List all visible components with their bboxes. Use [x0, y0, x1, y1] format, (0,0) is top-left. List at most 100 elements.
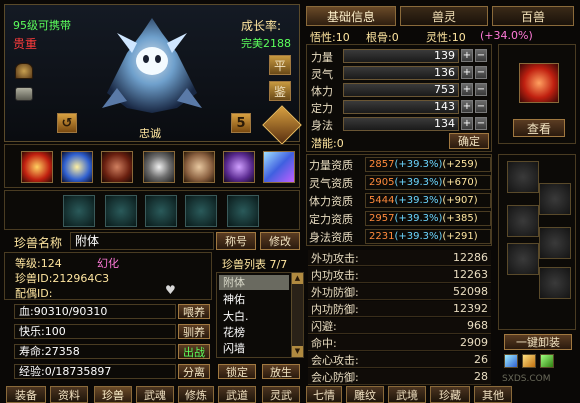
- plus-icon[interactable]: +: [461, 49, 473, 62]
- rotate-left-button[interactable]: ↺: [57, 113, 77, 133]
- tab-hundred-beasts[interactable]: 百兽: [492, 6, 574, 26]
- lock-button[interactable]: 锁定: [218, 364, 256, 379]
- experience-bar: 经验:0/18735897: [14, 364, 176, 379]
- top-stats-line: 悟性:10 根骨:0 灵性:10 (+34.0%): [306, 29, 533, 44]
- view-button[interactable]: 查看: [513, 119, 565, 137]
- ping-button[interactable]: 平: [269, 55, 291, 75]
- pet-level: 等级:124: [15, 257, 62, 270]
- minus-icon[interactable]: −: [475, 100, 487, 113]
- plus-icon[interactable]: +: [461, 66, 473, 79]
- empty-skill-slot-icon[interactable]: [185, 195, 217, 227]
- empty-skill-slot-icon[interactable]: [227, 195, 259, 227]
- stat-label: 外功防御:: [311, 285, 359, 299]
- stat-label: 会心防御:: [311, 370, 359, 384]
- watermark-text: SXDS.COM: [502, 374, 551, 384]
- minus-icon[interactable]: −: [475, 49, 487, 62]
- list-item[interactable]: 花榜: [219, 325, 289, 340]
- equip-slot-horn-icon[interactable]: [539, 227, 571, 259]
- skill-lightning-icon[interactable]: [61, 151, 93, 183]
- stat-value: 2909: [460, 336, 488, 349]
- combat-stat-row: 内功防御: 12392: [308, 301, 491, 317]
- phantom-label: 幻化: [97, 257, 119, 270]
- bottom-tab-other[interactable]: 其他: [474, 386, 512, 403]
- attr-focus-value: 143: [343, 100, 459, 114]
- list-item[interactable]: 附体: [219, 275, 289, 290]
- bottom-tab-qiqing[interactable]: 七情: [306, 386, 342, 403]
- stat-value: 12392: [453, 302, 488, 315]
- skill-demon-icon[interactable]: [223, 151, 255, 183]
- equip-slot-tail-icon[interactable]: [539, 267, 571, 299]
- aptitude-plus: (+907): [442, 195, 478, 206]
- release-button[interactable]: 放生: [262, 364, 300, 379]
- loyalty-text: 忠诚: [139, 127, 161, 140]
- skill-beast-icon[interactable]: [101, 151, 133, 183]
- buff-gem-icon[interactable]: [504, 354, 518, 368]
- separate-button[interactable]: 分离: [178, 364, 210, 379]
- empty-skill-slot-icon[interactable]: [63, 195, 95, 227]
- unequip-all-button[interactable]: 一键卸装: [504, 334, 572, 350]
- empty-skill-slot-icon[interactable]: [105, 195, 137, 227]
- tab-spirit[interactable]: 兽灵: [400, 6, 488, 26]
- bottom-tab-diaowen[interactable]: 雕纹: [346, 386, 384, 403]
- tame-button[interactable]: 驯养: [178, 324, 210, 339]
- aptitude-label: 体力资质: [309, 195, 353, 208]
- confirm-button[interactable]: 确定: [449, 133, 489, 149]
- battle-button[interactable]: 出战: [178, 344, 210, 359]
- buff-leaf-icon[interactable]: [540, 354, 554, 368]
- equip-slot-wing-icon[interactable]: [539, 183, 571, 215]
- skill-crystal-icon[interactable]: [263, 151, 295, 183]
- bottom-tab-wuhun[interactable]: 武魂: [136, 386, 174, 403]
- bottom-tab-wudao[interactable]: 武道: [218, 386, 256, 403]
- tab-basic-info[interactable]: 基础信息: [306, 6, 396, 26]
- bottom-tab-cultivation[interactable]: 修炼: [178, 386, 214, 403]
- jian-button[interactable]: 鉴: [269, 81, 291, 101]
- stat-value: 52098: [453, 285, 488, 298]
- skill-face-icon[interactable]: [183, 151, 215, 183]
- aptitude-value: 2231(+39.3%)(+291): [365, 229, 491, 244]
- list-item[interactable]: 闪墙: [219, 341, 289, 356]
- minus-icon[interactable]: −: [475, 117, 487, 130]
- feed-diamond-icon[interactable]: [262, 105, 302, 145]
- plus-icon[interactable]: +: [461, 83, 473, 96]
- pet-name-input[interactable]: 附体: [70, 232, 214, 250]
- bottom-tab-pet[interactable]: 珍兽: [94, 386, 132, 403]
- buff-star-icon[interactable]: [522, 354, 536, 368]
- bottom-tab-equipment[interactable]: 装备: [6, 386, 46, 403]
- feed-button[interactable]: 喂养: [178, 304, 210, 319]
- modify-name-button[interactable]: 修改: [260, 232, 300, 250]
- title-button[interactable]: 称号: [216, 232, 256, 250]
- empty-skill-slot-icon[interactable]: [145, 195, 177, 227]
- bottom-tab-collection[interactable]: 珍藏: [430, 386, 470, 403]
- bottom-tab-wujing[interactable]: 武境: [388, 386, 426, 403]
- pet-name-row: 珍兽名称 附体 称号 修改: [4, 232, 300, 250]
- bag-icon[interactable]: [15, 87, 33, 101]
- skill-fire-icon[interactable]: [21, 151, 53, 183]
- scroll-down-icon[interactable]: ▼: [292, 346, 303, 357]
- pet-avatar-icon[interactable]: [519, 63, 559, 103]
- skill-skull-icon[interactable]: [143, 151, 175, 183]
- aptitude-plus: (+259): [442, 159, 478, 170]
- plus-icon[interactable]: +: [461, 117, 473, 130]
- scroll-up-icon[interactable]: ▲: [292, 273, 303, 284]
- combat-stat-row: 会心防御: 28: [308, 369, 491, 385]
- minus-icon[interactable]: −: [475, 66, 487, 79]
- aptitude-base: 2231: [369, 231, 395, 242]
- aptitude-pct: (+39.3%): [394, 213, 443, 224]
- list-scrollbar[interactable]: ▲ ▼: [291, 273, 303, 357]
- minus-icon[interactable]: −: [475, 83, 487, 96]
- list-item[interactable]: 大白.: [219, 309, 289, 324]
- equip-slot-armor-icon[interactable]: [507, 205, 539, 237]
- hp-bar: 血:90310/90310: [14, 304, 176, 319]
- rotate-right-button[interactable]: 5: [231, 113, 251, 133]
- equip-slot-orb-icon[interactable]: [507, 243, 539, 275]
- pet-info-box: 等级:124 幻化 珍兽ID:212964C3 配偶ID: ♥: [4, 252, 212, 300]
- equip-slot-claw-icon[interactable]: [507, 161, 539, 193]
- attr-strength-label: 力量: [311, 51, 333, 64]
- list-item[interactable]: 神佑: [219, 292, 289, 307]
- plus-icon[interactable]: +: [461, 100, 473, 113]
- hat-icon[interactable]: [15, 63, 33, 79]
- mate-id: 配偶ID:: [15, 287, 53, 300]
- aptitude-base: 2857: [369, 159, 395, 170]
- bottom-tab-lingwu[interactable]: 灵武: [262, 386, 300, 403]
- bottom-tab-profile[interactable]: 资料: [50, 386, 88, 403]
